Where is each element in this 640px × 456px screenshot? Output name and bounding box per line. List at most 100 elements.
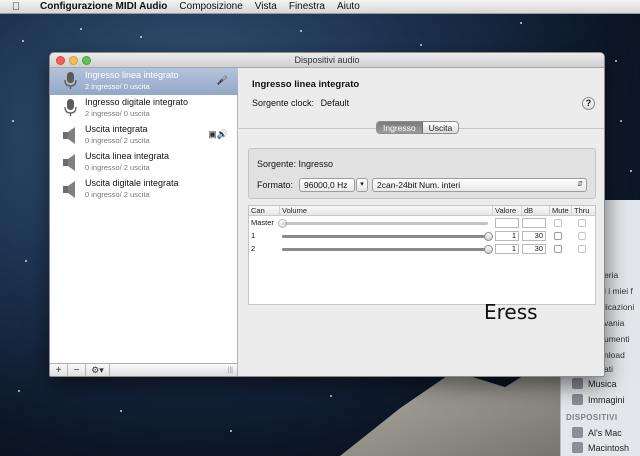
speaker-icon [63,127,75,144]
finder-sidebar-item[interactable]: nload [604,350,625,360]
device-item-ingresso-linea[interactable]: Ingresso linea integrato 2 ingresso/ 0 u… [50,68,238,95]
tab-ingresso[interactable]: Ingresso [377,122,423,133]
microphone-icon [64,99,77,116]
value-field [495,218,519,228]
audio-devices-window: Dispositivi audio Ingresso linea integra… [49,52,605,377]
finder-sidebar-item[interactable]: licazioni [604,302,634,312]
volume-row-2: 2 1 30 [249,243,595,255]
source-field: Sorgente: Ingresso [257,159,333,169]
channel-label: 1 [251,231,256,240]
device-item-uscita-linea[interactable]: Uscita linea integrata 0 ingresso/ 2 usc… [50,149,238,176]
slider-knob[interactable] [484,245,493,254]
overlay-text: Eress [484,300,538,324]
apple-logo-icon[interactable]:  [8,1,24,13]
device-channels: 2 ingresso/ 0 uscita [85,82,150,91]
finder-item-label: Macintosh [588,442,630,453]
device-channels: 0 ingresso/ 2 uscita [85,190,150,199]
source-format-box: Sorgente: Ingresso Formato: 96000,0 Hz ▾… [248,148,596,199]
device-name: Ingresso digitale integrato [85,97,189,107]
speaker-icon [63,181,75,198]
clock-source-value[interactable]: Default [321,98,350,108]
minimize-button[interactable] [69,56,78,65]
add-device-button[interactable]: + [50,363,68,376]
channel-label: Master [251,218,274,227]
channel-label: 2 [251,244,256,253]
col-valore: Valore [492,206,516,216]
volume-slider[interactable] [278,219,488,228]
device-item-uscita-integrata[interactable]: Uscita integrata 0 ingresso/ 2 uscita ▣🔊 [50,122,238,149]
volume-slider[interactable] [282,232,493,241]
db-field [522,218,546,228]
mute-checkbox[interactable] [554,245,562,253]
device-channels: 0 ingresso/ 2 uscita [85,163,150,172]
value-field[interactable]: 1 [495,231,519,241]
window-titlebar[interactable]: Dispositivi audio [50,53,604,68]
sample-rate-select[interactable]: 96000,0 Hz [299,178,355,192]
menu-composizione[interactable]: Composizione [179,1,242,12]
db-field[interactable]: 30 [522,244,546,254]
menu-finestra[interactable]: Finestra [289,1,325,12]
device-name: Uscita linea integrata [85,151,170,161]
speaker-icon [63,154,75,171]
tab-uscita[interactable]: Uscita [422,122,459,133]
device-name: Uscita integrata [85,124,148,134]
thru-checkbox [578,232,586,240]
close-button[interactable] [56,56,65,65]
computer-icon [572,427,583,438]
device-item-ingresso-digitale[interactable]: Ingresso digitale integrato 2 ingresso/ … [50,95,238,122]
finder-item-label: Musica [588,378,617,389]
volume-fill [282,235,488,238]
window-title: Dispositivi audio [294,55,360,65]
io-segmented-control: Ingresso Uscita [376,121,460,134]
volume-row-1: 1 1 30 [249,230,595,242]
source-label: Sorgente: [257,159,297,169]
finder-section-header: DISPOSITIVI [566,413,618,422]
device-item-uscita-digitale[interactable]: Uscita digitale integrata 0 ingresso/ 2 … [50,176,238,203]
slider-knob[interactable] [278,219,287,228]
volume-fill [282,248,488,251]
mute-checkbox [554,219,562,227]
finder-sidebar-item[interactable]: umenti [604,334,630,344]
microphone-icon [64,72,77,89]
value-field[interactable]: 1 [495,244,519,254]
device-title: Ingresso linea integrato [252,79,360,90]
finder-device-mac[interactable]: Al's Mac [572,427,622,438]
menu-app-name[interactable]: Configurazione MIDI Audio [40,1,167,12]
volume-table-header: Can Volume Valore dB Mute Thru [249,206,595,216]
slider-knob[interactable] [484,232,493,241]
menu-vista[interactable]: Vista [255,1,277,12]
bit-format-select[interactable]: 2can-24bit Num. interi ⇵ [372,178,587,192]
bit-format-value: 2can-24bit Num. interi [377,180,461,190]
resize-grip-icon[interactable]: ||| [228,367,233,374]
db-field[interactable]: 30 [522,231,546,241]
format-label: Formato: [257,180,294,190]
menu-aiuto[interactable]: Aiuto [337,1,360,12]
source-value: Ingresso [298,159,334,169]
thru-checkbox [578,219,586,227]
volume-slider[interactable] [282,245,493,254]
updown-arrows-icon: ⇵ [577,181,583,188]
chevron-down-icon[interactable]: ▾ [356,178,368,192]
finder-sidebar-item[interactable]: vania [604,318,624,328]
finder-sidebar-item[interactable]: ati [604,364,613,374]
device-list-toolbar: + − ⚙▾ ||| [50,363,238,376]
mute-checkbox[interactable] [554,232,562,240]
device-channels: 2 ingresso/ 0 uscita [85,109,150,118]
remove-device-button[interactable]: − [68,363,86,376]
help-button[interactable]: ? [582,97,595,110]
finder-item-immagini[interactable]: Immagini [572,394,625,405]
finder-item-musica[interactable]: Musica [572,378,617,389]
music-icon [572,378,583,389]
zoom-button[interactable] [82,56,91,65]
volume-row-master: Master [249,217,595,229]
finder-device-macintosh[interactable]: Macintosh [572,442,629,453]
col-thru: Thru [571,206,589,216]
device-name: Uscita digitale integrata [85,178,179,188]
finder-speaker-icon: ▣🔊 [208,129,228,139]
gear-menu-button[interactable]: ⚙▾ [86,363,110,376]
col-can: Can [251,206,265,215]
finder-sidebar-item[interactable]: i i miei f [604,286,633,296]
camera-icon [572,394,583,405]
thru-checkbox [578,245,586,253]
finder-sidebar-item[interactable]: eria [604,270,618,280]
